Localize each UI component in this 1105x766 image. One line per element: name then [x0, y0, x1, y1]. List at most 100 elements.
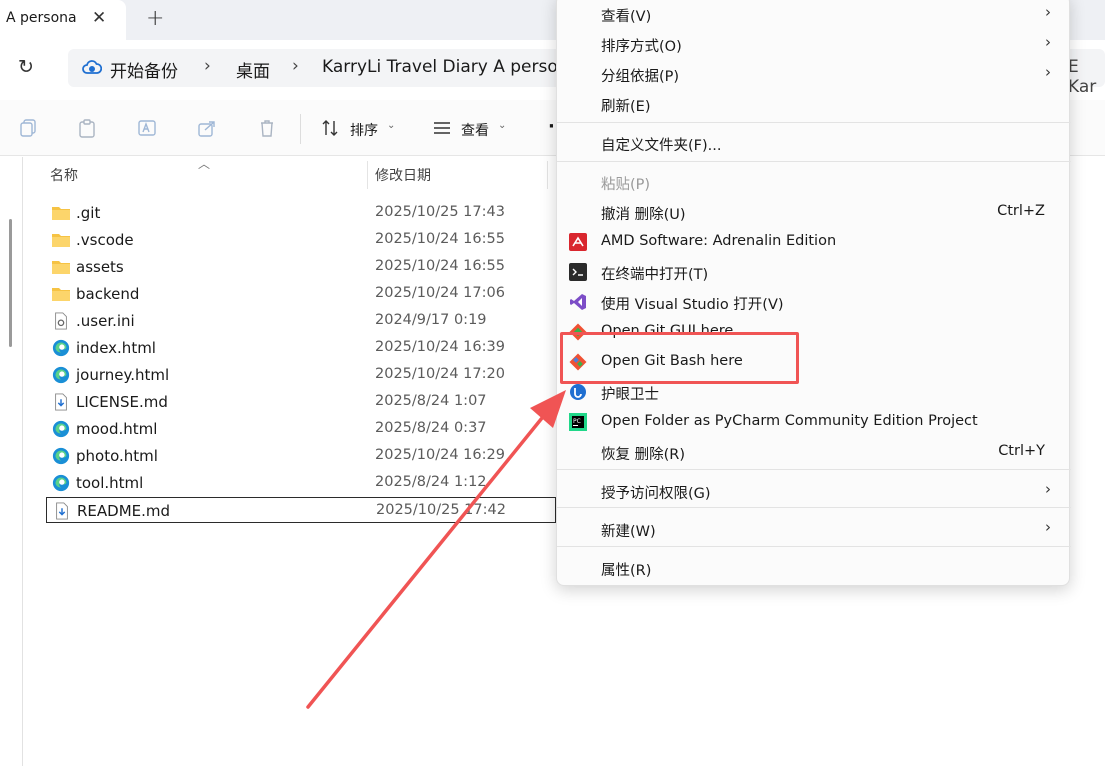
file-name: assets	[76, 258, 124, 276]
file-name: backend	[76, 285, 140, 303]
copy-icon[interactable]	[18, 118, 38, 138]
breadcrumb-desktop[interactable]: 桌面	[236, 57, 270, 82]
backup-cloud-icon	[82, 60, 102, 74]
menu-item[interactable]: 授予访问权限(G) ›	[557, 476, 1071, 506]
view-button[interactable]: 查看	[461, 120, 489, 140]
file-date: 2025/8/24 1:07	[375, 393, 487, 409]
breadcrumb-backup[interactable]: 开始备份	[110, 57, 178, 82]
menu-separator	[557, 546, 1071, 547]
edge-browser-icon	[52, 474, 70, 492]
highlight-box	[560, 332, 799, 384]
menu-item-label: 分组依据(P)	[601, 69, 680, 85]
chevron-down-icon[interactable]: ⌄	[498, 120, 506, 131]
menu-item[interactable]: 在终端中打开(T)	[557, 257, 1071, 287]
edge-browser-icon	[52, 420, 70, 438]
menu-item-label: 刷新(E)	[601, 99, 651, 115]
paste-icon[interactable]	[77, 118, 97, 138]
table-row[interactable]: photo.html 2025/10/24 16:29	[46, 443, 556, 469]
breadcrumb-overflow: E Kar	[1068, 57, 1097, 97]
menu-item-label: 属性(R)	[601, 563, 652, 579]
nav-pane-scrollbar[interactable]	[9, 219, 12, 347]
column-header-modified[interactable]: 修改日期	[375, 165, 431, 185]
file-date: 2025/10/24 16:55	[375, 231, 505, 247]
menu-item-label: Open Folder as PyCharm Community Edition…	[601, 413, 978, 429]
file-date: 2025/10/24 16:39	[375, 339, 505, 355]
breadcrumb-separator[interactable]: ›	[204, 56, 211, 76]
close-icon[interactable]: ✕	[92, 8, 106, 28]
view-icon[interactable]	[432, 118, 452, 138]
file-name: README.md	[77, 502, 171, 520]
tab-explorer[interactable]: A persona ✕	[0, 0, 126, 40]
refresh-icon[interactable]: ↻	[18, 56, 34, 78]
menu-item[interactable]: 刷新(E)	[557, 89, 1071, 119]
menu-item[interactable]: 新建(W) ›	[557, 514, 1071, 544]
file-date: 2025/10/25 17:42	[376, 502, 506, 518]
menu-item[interactable]: 自定义文件夹(F)...	[557, 128, 1071, 158]
amd-icon	[569, 233, 587, 251]
share-icon[interactable]	[197, 118, 217, 138]
edge-browser-icon	[52, 447, 70, 465]
pane-divider	[22, 157, 23, 766]
markdown-file-icon	[55, 393, 67, 411]
file-name: .git	[76, 204, 101, 222]
table-row[interactable]: assets 2025/10/24 16:55	[46, 254, 556, 280]
breadcrumb-folder[interactable]: KarryLi Travel Diary A personal	[322, 57, 584, 77]
file-date: 2025/8/24 0:37	[375, 420, 487, 436]
sort-ascending-icon: ︿	[198, 157, 211, 171]
sort-button[interactable]: 排序	[350, 120, 378, 140]
table-row[interactable]: index.html 2025/10/24 16:39	[46, 335, 556, 361]
file-date: 2025/10/24 17:06	[375, 285, 505, 301]
file-date: 2025/10/24 16:55	[375, 258, 505, 274]
table-row[interactable]: LICENSE.md 2025/8/24 1:07	[46, 389, 556, 415]
column-header-name[interactable]: 名称	[50, 165, 78, 185]
menu-item[interactable]: PC Open Folder as PyCharm Community Editi…	[557, 407, 1071, 437]
table-row[interactable]: journey.html 2025/10/24 17:20	[46, 362, 556, 388]
menu-item-label: 护眼卫士	[601, 387, 659, 403]
column-divider[interactable]	[367, 161, 368, 189]
sort-icon[interactable]	[320, 118, 340, 138]
menu-separator	[557, 122, 1071, 123]
file-date: 2025/10/24 16:29	[375, 447, 505, 463]
menu-item-label: 查看(V)	[601, 9, 652, 25]
file-date: 2025/8/24 1:12	[375, 474, 487, 490]
menu-item-label: 粘贴(P)	[601, 177, 651, 193]
table-row[interactable]: README.md 2025/10/25 17:42	[46, 497, 556, 523]
menu-item[interactable]: 使用 Visual Studio 打开(V)	[557, 287, 1071, 317]
folder-icon	[52, 234, 70, 247]
table-row[interactable]: tool.html 2025/8/24 1:12	[46, 470, 556, 496]
table-row[interactable]: .git 2025/10/25 17:43	[46, 200, 556, 226]
menu-item[interactable]: 属性(R)	[557, 553, 1071, 583]
menu-item[interactable]: AMD Software: Adrenalin Edition	[557, 227, 1071, 257]
chevron-down-icon[interactable]: ⌄	[387, 120, 395, 131]
terminal-icon	[569, 263, 587, 281]
file-name: .vscode	[76, 231, 134, 249]
table-row[interactable]: backend 2025/10/24 17:06	[46, 281, 556, 307]
menu-item[interactable]: 分组依据(P) ›	[557, 59, 1071, 89]
column-divider[interactable]	[547, 161, 548, 189]
pycharm-icon: PC	[569, 413, 587, 431]
menu-item[interactable]: 恢复 删除(R) Ctrl+Y	[557, 437, 1071, 467]
table-row[interactable]: .vscode 2025/10/24 16:55	[46, 227, 556, 253]
menu-item[interactable]: 排序方式(O) ›	[557, 29, 1071, 59]
delete-icon[interactable]	[257, 118, 277, 138]
menu-separator	[557, 507, 1071, 508]
toolbar-divider	[300, 114, 301, 144]
folder-icon	[52, 207, 70, 220]
table-row[interactable]: mood.html 2025/8/24 0:37	[46, 416, 556, 442]
add-tab-button[interactable]: +	[146, 6, 164, 31]
menu-item-label: 在终端中打开(T)	[601, 267, 709, 283]
chevron-right-icon: ›	[1045, 3, 1051, 21]
breadcrumb-separator[interactable]: ›	[292, 56, 299, 76]
context-menu: 查看(V) › 排序方式(O) › 分组依据(P) › 刷新(E) 自定义文件夹(F)... 粘…	[556, 0, 1071, 586]
more-options-button[interactable]: ·	[548, 116, 555, 137]
menu-item-label: 自定义文件夹(F)...	[601, 138, 722, 154]
rename-icon[interactable]	[137, 118, 157, 138]
file-name: journey.html	[76, 366, 170, 384]
file-name: mood.html	[76, 420, 158, 438]
menu-item-label: 撤消 删除(U)	[601, 207, 686, 223]
menu-item[interactable]: 撤消 删除(U) Ctrl+Z	[557, 197, 1071, 227]
table-row[interactable]: .user.ini 2024/9/17 0:19	[46, 308, 556, 334]
chevron-right-icon: ›	[1045, 33, 1051, 51]
menu-item[interactable]: 查看(V) ›	[557, 0, 1071, 29]
menu-separator	[557, 469, 1071, 470]
